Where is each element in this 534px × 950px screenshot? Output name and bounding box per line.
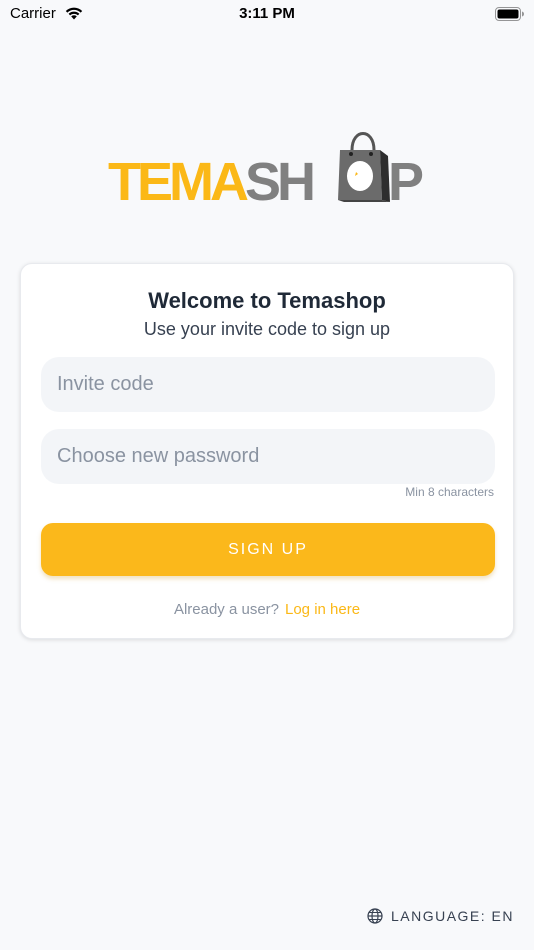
logo-sh: SH xyxy=(244,152,316,212)
language-label: LANGUAGE: EN xyxy=(390,908,514,924)
logo-tema: TEMA xyxy=(108,152,249,212)
card-subtitle: Use your invite code to sign up xyxy=(143,319,391,339)
card-title: Welcome to Temashop xyxy=(148,288,386,313)
temashop-logo: TEMASH P xyxy=(108,122,428,212)
shopping-bag-icon xyxy=(334,122,392,209)
login-row: Already a user? Log in here xyxy=(21,601,513,618)
login-link[interactable]: Log in here xyxy=(285,601,360,618)
login-prompt: Already a user? xyxy=(173,601,279,618)
status-bar: Carrier 3:11 PM xyxy=(0,0,534,28)
password-input[interactable] xyxy=(41,429,495,484)
globe-icon xyxy=(367,908,383,924)
language-selector[interactable]: LANGUAGE: EN xyxy=(367,908,514,924)
signup-button[interactable]: SIGN UP xyxy=(41,523,495,576)
status-time: 3:11 PM xyxy=(239,5,295,22)
logo-wordmark: TEMASH xyxy=(108,152,316,212)
logo-p: P xyxy=(388,152,425,212)
battery-icon xyxy=(495,7,525,26)
invite-code-input[interactable] xyxy=(41,357,495,412)
signup-card: Welcome to Temashop Use your invite code… xyxy=(20,263,514,639)
password-hint: Min 8 characters xyxy=(405,485,494,499)
